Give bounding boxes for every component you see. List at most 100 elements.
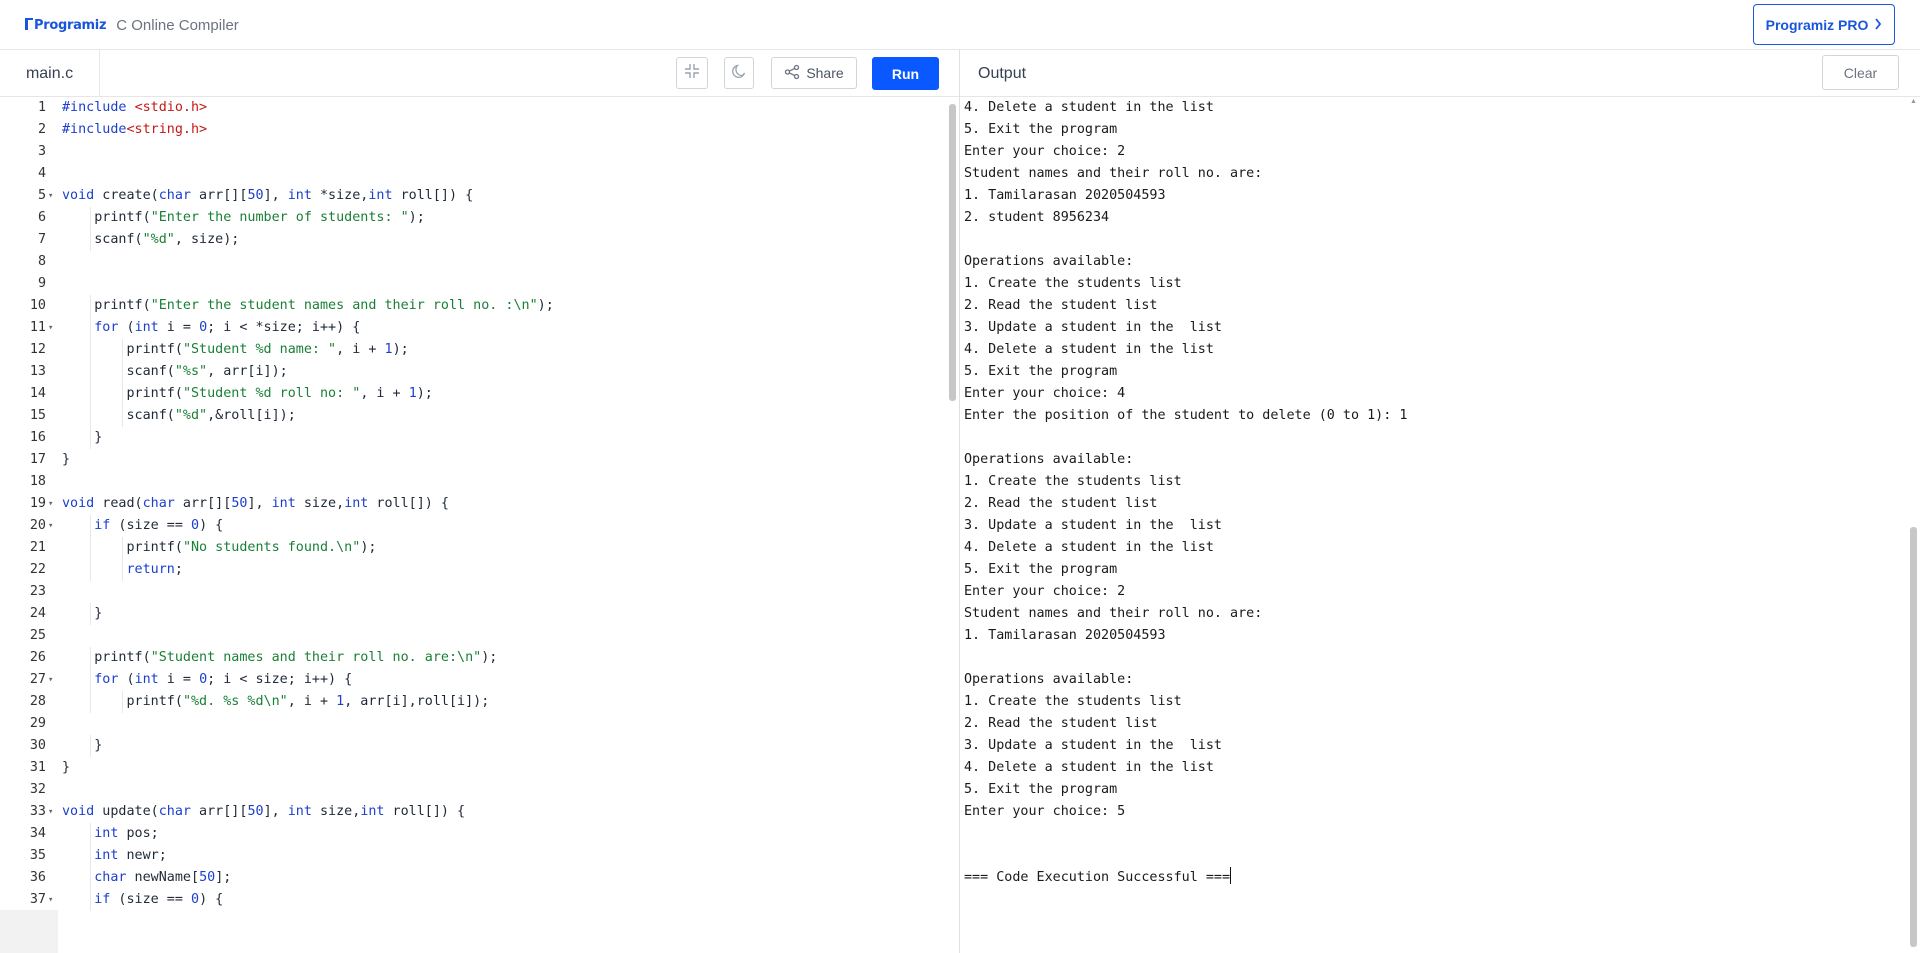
code-line[interactable]: 26 printf("Student names and their roll … [0, 647, 940, 669]
code-line[interactable]: 10 printf("Enter the student names and t… [0, 295, 940, 317]
fold-toggle-icon[interactable]: ▾ [48, 669, 53, 691]
line-number: 10 [29, 298, 46, 313]
code-lines[interactable]: 1 #include <stdio.h> 2 #include<string.h> 3 4… [0, 97, 940, 911]
programiz-pro-button[interactable]: Programiz PRO [1753, 4, 1895, 45]
line-number: 32 [29, 782, 46, 797]
pane-divider[interactable] [959, 50, 960, 953]
fold-toggle-icon[interactable]: ▾ [48, 801, 53, 823]
fold-toggle-icon[interactable]: ▾ [48, 185, 53, 207]
code-line[interactable]: 9 [0, 273, 940, 295]
fold-toggle-icon[interactable]: ▾ [48, 493, 53, 515]
run-button[interactable]: Run [872, 57, 939, 90]
moon-icon [731, 63, 747, 84]
product-title: C Online Compiler [116, 16, 239, 34]
line-number: 23 [29, 584, 46, 599]
output-text: 2. Read the student list [964, 716, 1158, 731]
code-text: } [62, 738, 103, 753]
code-line[interactable]: 33 ▾ void update(char arr[][50], int size,… [0, 801, 940, 823]
fold-toggle-icon[interactable]: ▾ [48, 317, 53, 339]
code-line[interactable]: 19 ▾ void read(char arr[][50], int size,in… [0, 493, 940, 515]
line-number: 12 [29, 342, 46, 357]
text-cursor [1230, 867, 1232, 884]
share-button[interactable]: Share [771, 57, 857, 89]
code-line[interactable]: 22 return; [0, 559, 940, 581]
code-line[interactable]: 29 [0, 713, 940, 735]
line-number: 8 [37, 254, 46, 269]
exit-fullscreen-button[interactable] [676, 57, 708, 89]
code-text: int newr; [94, 848, 167, 863]
output-toolbar: Output Clear [960, 50, 1920, 97]
code-line[interactable]: 1 #include <stdio.h> [0, 97, 940, 119]
programiz-logo[interactable]: Programiz [25, 17, 107, 33]
editor-scrollbar[interactable] [949, 104, 956, 401]
code-line[interactable]: 5 ▾ void create(char arr[][50], int *size,… [0, 185, 940, 207]
code-line[interactable]: 32 [0, 779, 940, 801]
output-scrollbar[interactable] [1910, 527, 1917, 947]
file-tab-main-c[interactable]: main.c [0, 50, 100, 97]
code-text: printf("No students found.\n"); [62, 540, 377, 555]
output-line: Operations available: [964, 251, 1904, 273]
output-line: Enter your choice: 2 [964, 581, 1904, 603]
fold-toggle-icon[interactable]: ▾ [48, 515, 53, 537]
code-line[interactable]: 24 } [0, 603, 940, 625]
code-line[interactable]: 18 [0, 471, 940, 493]
code-line[interactable]: 3 [0, 141, 940, 163]
code-line[interactable]: 30 } [0, 735, 940, 757]
output-console[interactable]: 4. Delete a student in the list 5. Exit t… [964, 97, 1904, 953]
output-text: 1. Tamilarasan 2020504593 [964, 628, 1166, 643]
code-line[interactable]: 36 char newName[50]; [0, 867, 940, 889]
code-line[interactable]: 6 printf("Enter the number of students: … [0, 207, 940, 229]
code-line[interactable]: 31} [0, 757, 940, 779]
code-line[interactable]: 17} [0, 449, 940, 471]
code-text: void create(char arr[][50], int *size,in… [62, 188, 474, 203]
line-number: 1 [37, 100, 46, 115]
code-line[interactable]: 25 [0, 625, 940, 647]
code-line[interactable]: 16 } [0, 427, 940, 449]
fold-toggle-icon[interactable]: ▾ [48, 889, 53, 911]
output-text: 5. Exit the program [964, 364, 1118, 379]
output-text: Enter your choice: 5 [964, 804, 1126, 819]
output-text: 5. Exit the program [964, 782, 1118, 797]
code-line[interactable]: 7 scanf("%d", size); [0, 229, 940, 251]
brand[interactable]: Programiz C Online Compiler [25, 13, 239, 37]
code-line[interactable]: 37 ▾ if (size == 0) { [0, 889, 940, 911]
line-number: 16 [29, 430, 46, 445]
code-line[interactable]: 27 ▾ for (int i = 0; i < size; i++) { [0, 669, 940, 691]
code-line[interactable]: 23 [0, 581, 940, 603]
code-editor[interactable]: 1 #include <stdio.h> 2 #include<string.h> 3 4… [0, 97, 959, 953]
line-number: 2 [37, 122, 46, 137]
output-line: 3. Update a student in the list [964, 317, 1904, 339]
code-text: int pos; [94, 826, 159, 841]
line-number: 31 [29, 760, 46, 775]
line-number: 7 [37, 232, 46, 247]
output-line: Enter your choice: 2 [964, 141, 1904, 163]
output-text: 4. Delete a student in the list [964, 342, 1214, 357]
code-line[interactable]: 11 ▾ for (int i = 0; i < *size; i++) { [0, 317, 940, 339]
code-line[interactable]: 28 printf("%d. %s %d\n", i + 1, arr[i],r… [0, 691, 940, 713]
code-line[interactable]: 21 printf("No students found.\n"); [0, 537, 940, 559]
scroll-up-arrow-icon[interactable]: ▲ [1910, 98, 1917, 105]
output-text: 1. Create the students list [964, 276, 1182, 291]
code-line[interactable]: 13 scanf("%s", arr[i]); [0, 361, 940, 383]
code-line[interactable]: 15 scanf("%d",&roll[i]); [0, 405, 940, 427]
code-text: } [62, 760, 71, 775]
code-line[interactable]: 35 int newr; [0, 845, 940, 867]
share-icon [784, 64, 800, 83]
code-line[interactable]: 14 printf("Student %d roll no: ", i + 1)… [0, 383, 940, 405]
code-line[interactable]: 34 int pos; [0, 823, 940, 845]
code-line[interactable]: 8 [0, 251, 940, 273]
clear-button[interactable]: Clear [1822, 55, 1899, 90]
output-line: 4. Delete a student in the list [964, 757, 1904, 779]
code-line[interactable]: 20 ▾ if (size == 0) { [0, 515, 940, 537]
line-number: 14 [29, 386, 46, 401]
code-line[interactable]: 4 [0, 163, 940, 185]
dark-mode-button[interactable] [724, 57, 754, 89]
code-line[interactable]: 12 printf("Student %d name: ", i + 1); [0, 339, 940, 361]
code-line[interactable]: 2 #include<string.h> [0, 119, 940, 141]
line-number: 25 [29, 628, 46, 643]
compress-icon [684, 63, 700, 84]
